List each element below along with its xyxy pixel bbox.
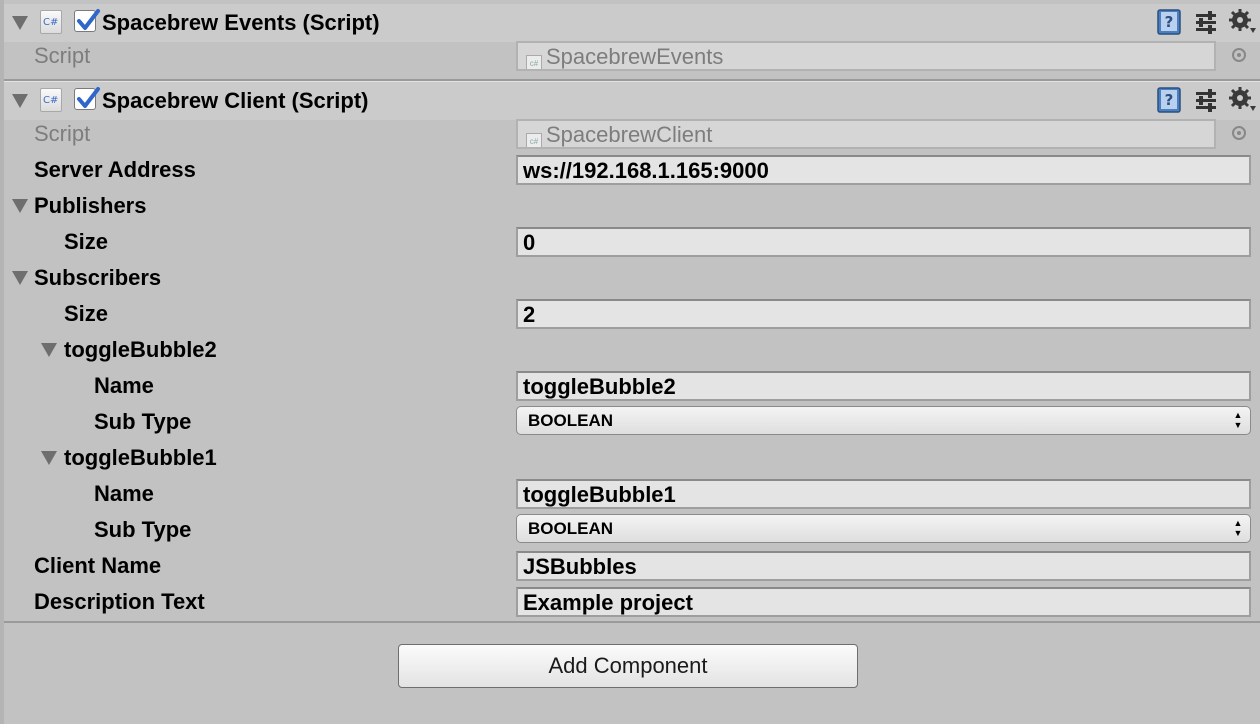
script-label: Script: [34, 121, 91, 146]
script-file-icon: c#: [526, 55, 542, 69]
subscriber-foldout-icon[interactable]: [41, 343, 57, 357]
checkmark-icon: [77, 87, 100, 108]
description-text-field[interactable]: Example project: [516, 587, 1251, 617]
component-enabled-checkbox[interactable]: [74, 87, 100, 110]
inspector-bottom-separator: [4, 621, 1260, 623]
preset-sliders-icon[interactable]: [1194, 10, 1218, 34]
component-enabled-checkbox[interactable]: [74, 9, 100, 32]
subscriber-name-label: Name: [94, 481, 154, 506]
publishers-size-label: Size: [64, 229, 109, 254]
dropdown-arrows-icon: ▲▼: [1233, 410, 1243, 430]
dropdown-arrows-icon: ▲▼: [1233, 518, 1243, 538]
client-name-field[interactable]: JSBubbles: [516, 551, 1251, 581]
publishers-foldout-icon[interactable]: [12, 199, 28, 213]
svg-text:?: ?: [1165, 13, 1174, 31]
script-object-field[interactable]: c# SpacebrewEvents: [516, 41, 1216, 71]
csharp-script-icon: C#: [40, 10, 62, 34]
add-component-button[interactable]: Add Component: [398, 644, 858, 688]
server-address-label: Server Address: [34, 157, 196, 182]
subscriber-header[interactable]: toggleBubble2: [64, 337, 217, 363]
component-title: Spacebrew Client (Script): [102, 88, 369, 113]
checkmark-icon: [77, 9, 100, 30]
script-file-icon: c#: [526, 133, 542, 147]
server-address-field[interactable]: ws://192.168.1.165:9000: [516, 155, 1251, 185]
subscriber-header[interactable]: toggleBubble1: [64, 445, 217, 471]
description-text-label: Description Text: [34, 589, 205, 614]
script-field-value: SpacebrewClient: [546, 122, 713, 147]
script-object-field[interactable]: c# SpacebrewClient: [516, 119, 1216, 149]
help-book-icon[interactable]: ?: [1156, 86, 1182, 114]
subscriber-type-label: Sub Type: [94, 409, 192, 434]
component-title: Spacebrew Events (Script): [102, 10, 380, 35]
foldout-arrow-icon[interactable]: [12, 94, 28, 108]
object-picker-icon[interactable]: [1232, 126, 1246, 140]
publishers-label[interactable]: Publishers: [34, 193, 146, 219]
subscriber-type-dropdown[interactable]: BOOLEAN ▲▼: [516, 406, 1251, 435]
subscribers-size-label: Size: [64, 301, 109, 326]
svg-text:?: ?: [1165, 91, 1174, 109]
script-label: Script: [34, 43, 91, 68]
client-name-label: Client Name: [34, 553, 162, 578]
subscriber-type-label: Sub Type: [94, 517, 192, 542]
subscriber-name-field[interactable]: toggleBubble2: [516, 371, 1251, 401]
foldout-arrow-icon[interactable]: [12, 16, 28, 30]
gear-icon[interactable]: [1228, 8, 1258, 36]
subscribers-label[interactable]: Subscribers: [34, 265, 161, 291]
subscriber-type-value: BOOLEAN: [528, 519, 613, 538]
preset-sliders-icon[interactable]: [1194, 88, 1218, 112]
script-field-value: SpacebrewEvents: [546, 44, 724, 69]
publishers-size-field[interactable]: 0: [516, 227, 1251, 257]
subscriber-type-value: BOOLEAN: [528, 411, 613, 430]
subscribers-size-field[interactable]: 2: [516, 299, 1251, 329]
subscriber-type-dropdown[interactable]: BOOLEAN ▲▼: [516, 514, 1251, 543]
object-picker-icon[interactable]: [1232, 48, 1246, 62]
csharp-script-icon: C#: [40, 88, 62, 112]
help-book-icon[interactable]: ?: [1156, 8, 1182, 36]
subscriber-foldout-icon[interactable]: [41, 451, 57, 465]
gear-icon[interactable]: [1228, 86, 1258, 114]
subscriber-name-label: Name: [94, 373, 154, 398]
subscribers-foldout-icon[interactable]: [12, 271, 28, 285]
subscriber-name-field[interactable]: toggleBubble1: [516, 479, 1251, 509]
